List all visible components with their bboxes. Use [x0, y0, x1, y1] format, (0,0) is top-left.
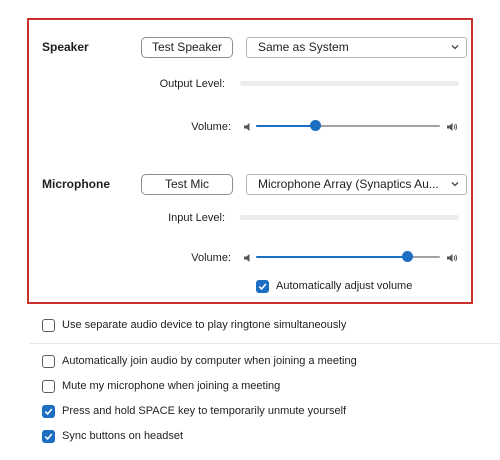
- separate-ringtone-device-checkbox[interactable]: [42, 319, 55, 332]
- speaker-section-label: Speaker: [42, 40, 89, 54]
- chevron-down-icon: [451, 45, 459, 50]
- test-mic-button[interactable]: Test Mic: [141, 174, 233, 195]
- checkmark-icon: [44, 408, 53, 416]
- slider-thumb[interactable]: [401, 251, 413, 262]
- microphone-volume-label: Volume:: [191, 252, 231, 264]
- space-to-unmute-checkbox[interactable]: [42, 405, 55, 418]
- slider-thumb[interactable]: [309, 120, 321, 131]
- speaker-volume-label: Volume:: [191, 121, 231, 133]
- slider-fill: [256, 256, 407, 258]
- auto-join-audio-checkbox[interactable]: [42, 355, 55, 368]
- sync-headset-buttons-checkbox[interactable]: [42, 430, 55, 443]
- output-level-meter: [240, 81, 459, 86]
- slider-fill: [256, 125, 315, 127]
- speaker-high-icon: [447, 254, 458, 262]
- microphone-device-select[interactable]: Microphone Array (Synaptics Au...: [246, 174, 467, 195]
- microphone-section-label: Microphone: [42, 177, 110, 191]
- space-to-unmute-label: Press and hold SPACE key to temporarily …: [62, 405, 347, 417]
- microphone-device-value: Microphone Array (Synaptics Au...: [258, 177, 439, 191]
- speaker-low-icon: [244, 254, 250, 262]
- divider: [30, 343, 500, 344]
- output-level-label: Output Level:: [159, 78, 225, 90]
- checkmark-icon: [44, 433, 53, 441]
- speaker-volume-slider[interactable]: [256, 120, 440, 132]
- auto-adjust-volume-checkbox[interactable]: [256, 280, 269, 293]
- speaker-device-select[interactable]: Same as System: [246, 37, 467, 58]
- sync-headset-buttons-label: Sync buttons on headset: [62, 430, 184, 442]
- test-speaker-button[interactable]: Test Speaker: [141, 37, 233, 58]
- separate-ringtone-device-label: Use separate audio device to play ringto…: [62, 319, 347, 331]
- speaker-high-icon: [447, 123, 458, 131]
- audio-settings-panel: Speaker Test Speaker Same as System Outp…: [0, 0, 500, 460]
- mute-mic-on-join-checkbox[interactable]: [42, 380, 55, 393]
- input-level-meter: [240, 215, 459, 220]
- mute-mic-on-join-label: Mute my microphone when joining a meetin…: [62, 380, 281, 392]
- auto-adjust-volume-label: Automatically adjust volume: [276, 280, 413, 292]
- microphone-volume-slider[interactable]: [256, 251, 440, 263]
- speaker-device-value: Same as System: [258, 40, 349, 54]
- auto-join-audio-label: Automatically join audio by computer whe…: [62, 355, 357, 367]
- speaker-low-icon: [244, 123, 250, 131]
- checkmark-icon: [258, 283, 267, 291]
- input-level-label: Input Level:: [168, 212, 225, 224]
- chevron-down-icon: [451, 182, 459, 187]
